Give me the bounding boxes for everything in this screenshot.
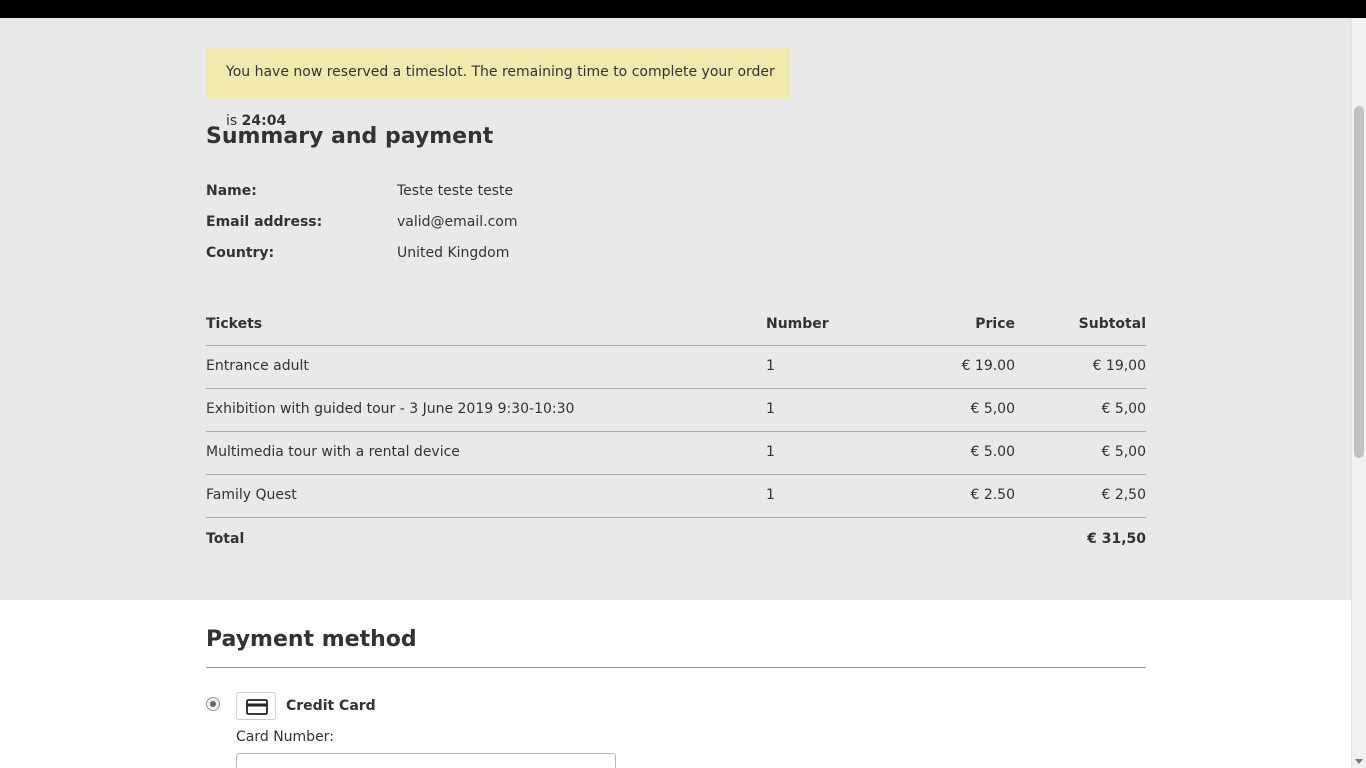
ticket-name: Exhibition with guided tour - 3 June 201… <box>206 401 575 417</box>
table-divider <box>206 431 1146 432</box>
price-header: Price <box>975 316 1015 332</box>
ticket-number: 1 <box>766 487 775 503</box>
number-header: Number <box>766 316 829 332</box>
table-divider <box>206 474 1146 475</box>
name-label: Name: <box>206 183 257 199</box>
total-value: € 31,50 <box>1087 531 1146 547</box>
ticket-number: 1 <box>766 444 775 460</box>
email-value: valid@email.com <box>397 214 518 230</box>
payment-method-title: Payment method <box>206 627 417 652</box>
ticket-number: 1 <box>766 401 775 417</box>
payment-section <box>0 600 1351 768</box>
scroll-down-icon[interactable] <box>1355 759 1363 764</box>
ticket-name: Entrance adult <box>206 358 309 374</box>
ticket-subtotal: € 2,50 <box>1101 487 1146 503</box>
ticket-name: Multimedia tour with a rental device <box>206 444 460 460</box>
ticket-subtotal: € 19,00 <box>1092 358 1146 374</box>
ticket-number: 1 <box>766 358 775 374</box>
ticket-subtotal: € 5,00 <box>1101 401 1146 417</box>
ticket-name: Family Quest <box>206 487 297 503</box>
page-scrollbar[interactable] <box>1351 18 1366 768</box>
subtotal-header: Subtotal <box>1078 316 1146 332</box>
tickets-header: Tickets <box>206 316 263 332</box>
reservation-timer-notice: You have now reserved a timeslot. The re… <box>206 48 790 129</box>
name-value: Teste teste teste <box>397 183 514 199</box>
country-value: United Kingdom <box>397 245 510 261</box>
email-label: Email address: <box>206 214 323 230</box>
credit-card-icon[interactable] <box>236 692 276 720</box>
page-title: Summary and payment <box>206 124 494 149</box>
country-label: Country: <box>206 245 275 261</box>
credit-card-icon-glyph <box>246 699 268 715</box>
table-divider <box>206 517 1146 518</box>
summary-section <box>0 18 1351 600</box>
browser-top-bar <box>0 0 1366 18</box>
table-divider <box>206 345 1146 346</box>
ticket-price: € 2.50 <box>970 487 1015 503</box>
payment-title-divider <box>206 667 1146 668</box>
ticket-price: € 19.00 <box>961 358 1015 374</box>
ticket-price: € 5,00 <box>970 401 1015 417</box>
total-label: Total <box>206 531 245 547</box>
scrollbar-thumb[interactable] <box>1354 106 1364 458</box>
card-number-input[interactable] <box>236 753 616 768</box>
ticket-subtotal: € 5,00 <box>1101 444 1146 460</box>
credit-card-label[interactable]: Credit Card <box>286 698 376 714</box>
credit-card-radio[interactable] <box>206 697 220 711</box>
card-number-label: Card Number: <box>236 729 334 745</box>
table-divider <box>206 388 1146 389</box>
ticket-price: € 5.00 <box>970 444 1015 460</box>
